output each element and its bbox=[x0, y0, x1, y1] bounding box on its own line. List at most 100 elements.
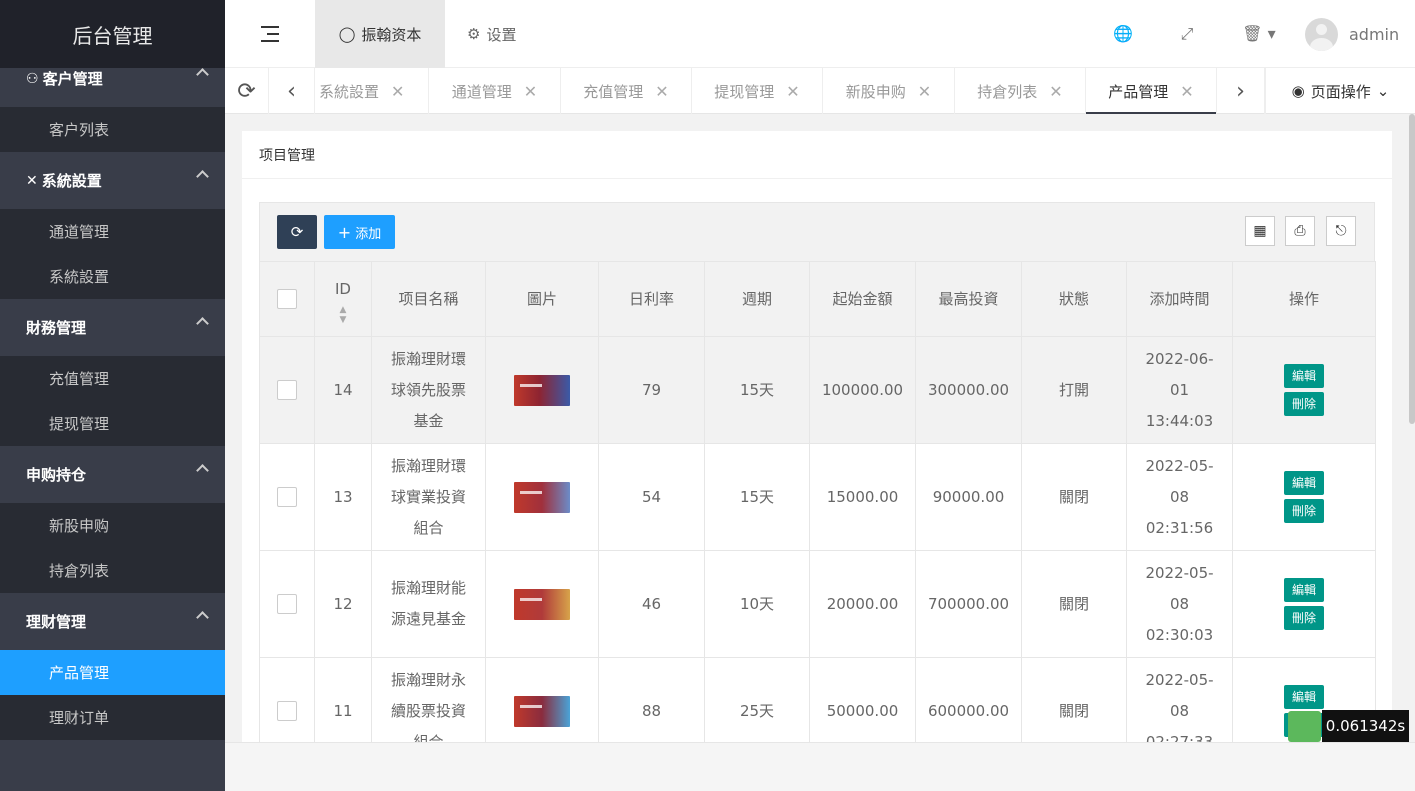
sidebar-item[interactable]: 充值管理 bbox=[0, 356, 225, 401]
tabs-next-icon[interactable]: › bbox=[1217, 68, 1265, 114]
sidebar-item[interactable]: 持倉列表 bbox=[0, 548, 225, 593]
target-icon: ◉ bbox=[1291, 82, 1305, 100]
sidebar-item[interactable]: 系統設置 bbox=[0, 254, 225, 299]
export-icon[interactable]: ⎋ bbox=[1326, 216, 1356, 246]
scrollbar[interactable] bbox=[1409, 114, 1415, 424]
page-ops-label: 页面操作 bbox=[1310, 82, 1371, 101]
close-icon[interactable]: ✕ bbox=[655, 82, 668, 101]
top-header: ◯ 振翰资本 ⚙ 设置 🌐 ⤢ 🗑 ▾ admin bbox=[225, 0, 1415, 68]
edit-button[interactable]: 編輯 bbox=[1284, 685, 1324, 709]
tab-item[interactable]: 产品管理 ✕ bbox=[1086, 68, 1217, 114]
product-image[interactable] bbox=[514, 695, 570, 727]
edit-button[interactable]: 編輯 bbox=[1284, 471, 1324, 495]
product-image[interactable] bbox=[514, 374, 570, 406]
avatar[interactable] bbox=[1305, 18, 1338, 51]
delete-button[interactable]: 刪除 bbox=[1284, 606, 1324, 630]
tools-icon: ✕ bbox=[26, 172, 38, 189]
chevron-down-icon: ⌄ bbox=[1376, 82, 1390, 100]
image-cell bbox=[485, 336, 599, 444]
tab-item[interactable]: 充值管理 ✕ bbox=[561, 68, 692, 114]
fullscreen-icon[interactable]: ⤢ bbox=[1177, 24, 1197, 44]
product-image[interactable] bbox=[514, 588, 570, 620]
nav-settings-label: 设置 bbox=[486, 25, 517, 44]
user-name[interactable]: admin bbox=[1349, 0, 1399, 68]
debug-badge-icon[interactable] bbox=[1288, 711, 1321, 742]
product-image[interactable] bbox=[514, 481, 570, 513]
period-cell: 10天 bbox=[704, 550, 810, 658]
table-toolbar: ⟳ + 添加 ▦ ⎙ ⎋ bbox=[259, 202, 1375, 262]
sidebar-item[interactable]: 新股申购 bbox=[0, 503, 225, 548]
nav-brand-tab[interactable]: ◯ 振翰资本 bbox=[315, 0, 445, 68]
rate-cell: 46 bbox=[598, 550, 705, 658]
add-button[interactable]: + 添加 bbox=[324, 215, 395, 249]
tab-item[interactable]: 新股申购 ✕ bbox=[823, 68, 955, 114]
delete-button[interactable]: 刪除 bbox=[1284, 499, 1324, 523]
close-icon[interactable]: ✕ bbox=[391, 82, 404, 101]
status-cell: 打開 bbox=[1021, 336, 1127, 444]
sidebar-group[interactable]: 申购持仓 bbox=[0, 446, 225, 503]
select-all-cell bbox=[259, 261, 315, 337]
select-cell bbox=[259, 550, 315, 658]
edit-button[interactable]: 編輯 bbox=[1284, 364, 1324, 388]
nav-brand-label: 振翰资本 bbox=[361, 25, 422, 44]
sidebar-group-label: 財務管理 bbox=[26, 319, 87, 337]
select-cell bbox=[259, 336, 315, 444]
min-cell: 15000.00 bbox=[809, 443, 916, 551]
delete-button[interactable]: 刪除 bbox=[1284, 392, 1324, 416]
col-period: 週期 bbox=[704, 261, 810, 337]
sidebar-group[interactable]: ✕ 系統設置 bbox=[0, 152, 225, 209]
id-cell: 13 bbox=[314, 443, 372, 551]
sidebar-item[interactable]: 提现管理 bbox=[0, 401, 225, 446]
nav-settings-tab[interactable]: ⚙ 设置 bbox=[467, 0, 516, 68]
sidebar-item[interactable]: 客户列表 bbox=[0, 107, 225, 152]
select-all-checkbox[interactable] bbox=[277, 289, 297, 309]
close-icon[interactable]: ✕ bbox=[524, 82, 537, 101]
tab-item[interactable]: 提现管理 ✕ bbox=[692, 68, 823, 114]
sidebar-item[interactable]: 理财订单 bbox=[0, 695, 225, 740]
globe-icon[interactable]: 🌐 bbox=[1113, 24, 1133, 44]
name-cell: 振瀚理財環球實業投資組合 bbox=[371, 443, 486, 551]
sidebar-group[interactable]: 財務管理 bbox=[0, 299, 225, 356]
close-icon[interactable]: ✕ bbox=[786, 82, 799, 101]
tab-item[interactable]: 通道管理 ✕ bbox=[429, 68, 561, 114]
tab-item[interactable]: 持倉列表 ✕ bbox=[955, 68, 1086, 114]
close-icon[interactable]: ✕ bbox=[918, 82, 931, 101]
edit-button[interactable]: 編輯 bbox=[1284, 578, 1324, 602]
col-id[interactable]: ID ▲ ▼ bbox=[314, 261, 372, 337]
close-icon[interactable]: ✕ bbox=[1180, 82, 1193, 101]
refresh-tabs-icon[interactable]: ⟳ bbox=[225, 68, 269, 114]
time-cell: 2022-05-08 02:30:03 bbox=[1126, 550, 1233, 658]
row-checkbox[interactable] bbox=[277, 487, 297, 507]
sidebar-menu: ⚇ 客户管理 客户列表 ✕ 系統設置 通道管理 系統設置 財務管理 充值管理 提现管理 申购持仓 新股… bbox=[0, 50, 225, 740]
plus-icon: + bbox=[337, 222, 352, 242]
page-ops-dropdown[interactable]: ◉ 页面操作 ⌄ bbox=[1265, 68, 1415, 114]
sidebar-item[interactable]: 通道管理 bbox=[0, 209, 225, 254]
col-image: 圖片 bbox=[485, 261, 599, 337]
row-checkbox[interactable] bbox=[277, 594, 297, 614]
time-cell: 2022-05-08 02:31:56 bbox=[1126, 443, 1233, 551]
table-row[interactable]: 13 振瀚理財環球實業投資組合 54 15天 15000.00 90000.00 關閉 202… bbox=[259, 443, 1376, 551]
close-icon[interactable]: ✕ bbox=[1049, 82, 1062, 101]
refresh-button[interactable]: ⟳ bbox=[277, 215, 317, 249]
menu-toggle-icon[interactable] bbox=[261, 26, 281, 42]
col-rate: 日利率 bbox=[598, 261, 705, 337]
table-row[interactable]: 12 振瀚理財能源遠見基金 46 10天 20000.00 700000.00 關閉 2022… bbox=[259, 550, 1376, 658]
image-cell bbox=[485, 550, 599, 658]
row-checkbox[interactable] bbox=[277, 380, 297, 400]
name-cell: 振瀚理財能源遠見基金 bbox=[371, 550, 486, 658]
print-icon[interactable]: ⎙ bbox=[1285, 216, 1315, 246]
columns-icon[interactable]: ▦ bbox=[1245, 216, 1275, 246]
sort-icon[interactable]: ▲ ▼ bbox=[315, 305, 371, 325]
tabs-prev-icon[interactable]: ‹ bbox=[269, 68, 315, 114]
sidebar-item[interactable]: 产品管理 bbox=[0, 650, 225, 695]
user-icon: ◯ bbox=[338, 25, 356, 43]
sidebar-group[interactable]: 理财管理 bbox=[0, 593, 225, 650]
tab-item[interactable]: 系統設置 ✕ bbox=[315, 68, 429, 114]
sidebar-submenu: 新股申购 持倉列表 bbox=[0, 503, 225, 593]
table-row[interactable]: 14 振瀚理財環球領先股票基金 79 15天 100000.00 300000.00 打開 2… bbox=[259, 336, 1376, 444]
row-checkbox[interactable] bbox=[277, 701, 297, 721]
chevron-up-icon bbox=[196, 611, 209, 624]
chevron-up-icon bbox=[196, 317, 209, 330]
card-title: 项目管理 bbox=[242, 131, 1392, 179]
trash-dropdown-icon[interactable]: 🗑 ▾ bbox=[1240, 24, 1278, 44]
